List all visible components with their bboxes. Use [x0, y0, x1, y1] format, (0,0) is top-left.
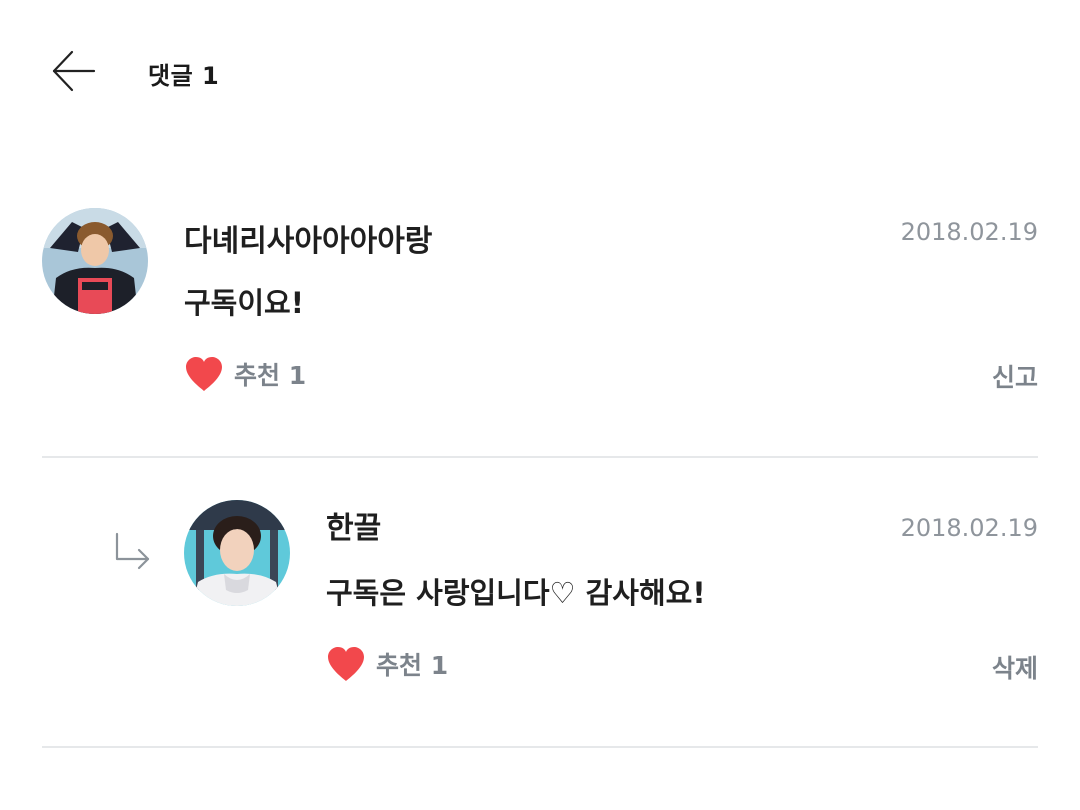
heart-icon — [328, 647, 364, 681]
like-button[interactable]: 추천 1 — [184, 354, 306, 394]
divider — [42, 746, 1038, 748]
heart-icon — [186, 357, 222, 391]
avatar[interactable] — [184, 500, 290, 606]
like-count-label: 추천 1 — [376, 651, 449, 680]
reply-text: 구독은 사랑입니다♡ 감사해요! — [326, 576, 706, 610]
report-button[interactable]: 신고 — [992, 358, 1038, 394]
page-title: 댓글 1 — [148, 62, 220, 90]
divider — [42, 456, 1038, 458]
avatar-image — [42, 208, 148, 314]
back-arrow-icon — [52, 50, 96, 92]
avatar-image — [184, 500, 290, 606]
back-button[interactable] — [48, 46, 98, 96]
reply-date: 2018.02.19 — [900, 514, 1038, 542]
comment-author[interactable]: 다녜리사아아아아랑 — [184, 216, 432, 260]
comment-date: 2018.02.19 — [900, 218, 1038, 246]
like-button[interactable]: 추천 1 — [326, 644, 448, 684]
reply-arrow-icon — [115, 532, 150, 570]
delete-button[interactable]: 삭제 — [992, 649, 1038, 685]
header-bar: 댓글 1 — [0, 0, 1080, 140]
comment-text: 구독이요! — [184, 286, 304, 320]
reply-author[interactable]: 한끌 — [326, 503, 381, 547]
like-count-label: 추천 1 — [234, 361, 307, 390]
avatar[interactable] — [42, 208, 148, 314]
